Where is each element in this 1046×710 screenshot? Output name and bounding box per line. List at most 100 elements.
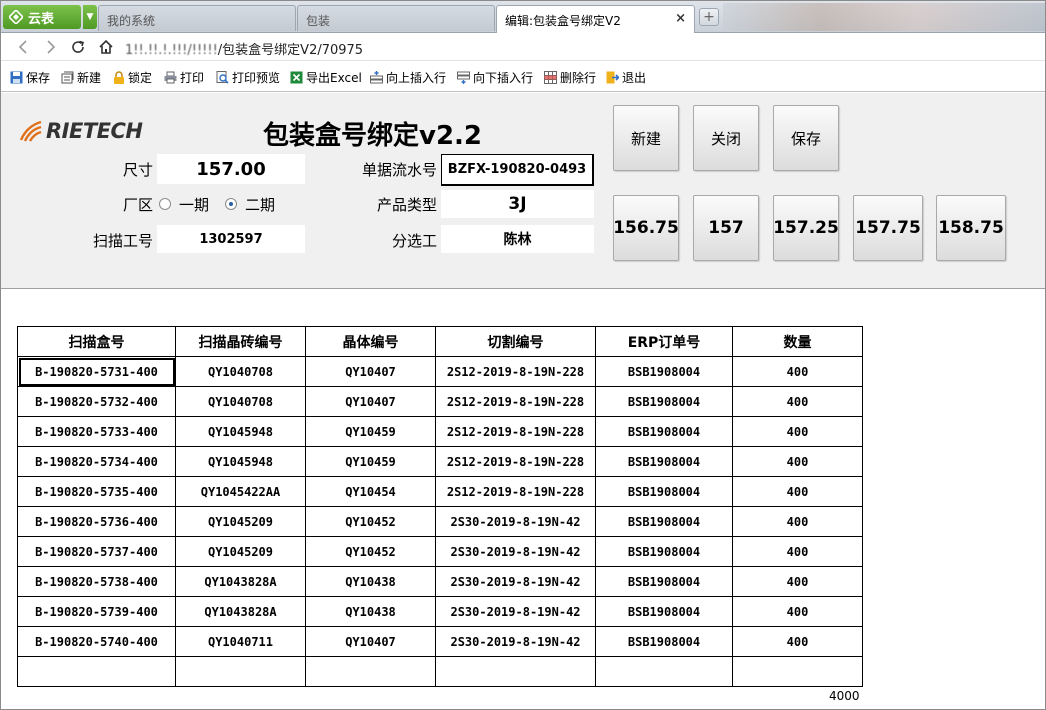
table-row[interactable]: B-190820-5736-400 QY1045209 QY10452 2S30-20… <box>17 506 863 537</box>
table-cell[interactable]: 400 <box>732 536 863 567</box>
table-row[interactable]: B-190820-5733-400 QY1045948 QY10459 2S12-20… <box>17 416 863 447</box>
table-cell[interactable]: QY1045948 <box>175 446 306 477</box>
back-arrow-icon[interactable] <box>13 37 33 57</box>
table-cell[interactable]: B-190820-5738-400 <box>17 566 176 597</box>
table-cell[interactable]: 2S30-2019-8-19N-42 <box>435 506 596 537</box>
brand-dropdown-icon[interactable]: ▼ <box>83 5 97 29</box>
table-cell[interactable]: 2S12-2019-8-19N-228 <box>435 476 596 507</box>
column-header-quantity[interactable]: 数量 <box>732 326 863 357</box>
table-cell[interactable]: QY10407 <box>305 626 436 657</box>
table-row[interactable]: B-190820-5740-400 QY1040711 QY10407 2S30-20… <box>17 626 863 657</box>
size-preset-button-157[interactable]: 157 <box>693 195 759 261</box>
table-cell[interactable]: B-190820-5735-400 <box>17 476 176 507</box>
size-preset-button-157-25[interactable]: 157.25 <box>773 195 839 261</box>
brand-menu-button[interactable]: 云表 <box>3 5 81 29</box>
table-cell[interactable]: 2S12-2019-8-19N-228 <box>435 386 596 417</box>
size-field[interactable]: 157.00 <box>157 154 305 184</box>
table-row[interactable]: B-190820-5735-400 QY1045422AA QY10454 2S12-… <box>17 476 863 507</box>
save-button[interactable]: 保存 <box>773 105 839 171</box>
table-cell[interactable] <box>435 656 596 687</box>
table-cell[interactable]: 400 <box>732 356 863 387</box>
table-cell[interactable]: BSB1908004 <box>595 386 733 417</box>
table-cell[interactable]: BSB1908004 <box>595 416 733 447</box>
table-cell[interactable]: 400 <box>732 626 863 657</box>
column-header-cut-no[interactable]: 切割编号 <box>435 326 596 357</box>
table-cell[interactable]: BSB1908004 <box>595 566 733 597</box>
table-cell[interactable]: QY1040708 <box>175 356 306 387</box>
table-cell[interactable]: QY10452 <box>305 506 436 537</box>
table-cell[interactable]: 2S12-2019-8-19N-228 <box>435 446 596 477</box>
table-cell[interactable]: 2S30-2019-8-19N-42 <box>435 596 596 627</box>
table-row[interactable]: B-190820-5734-400 QY1045948 QY10459 2S12-20… <box>17 446 863 477</box>
table-cell[interactable] <box>732 656 863 687</box>
table-cell[interactable]: B-190820-5737-400 <box>17 536 176 567</box>
table-cell[interactable]: QY10459 <box>305 446 436 477</box>
table-cell[interactable]: QY1040711 <box>175 626 306 657</box>
table-cell[interactable]: B-190820-5736-400 <box>17 506 176 537</box>
table-cell[interactable] <box>17 656 176 687</box>
close-button[interactable]: 关闭 <box>693 105 759 171</box>
table-row-empty[interactable] <box>17 656 863 687</box>
table-cell[interactable]: B-190820-5733-400 <box>17 416 176 447</box>
table-cell[interactable]: BSB1908004 <box>595 476 733 507</box>
product-type-field[interactable]: 3J <box>441 190 594 218</box>
column-header-erp-order[interactable]: ERP订单号 <box>595 326 733 357</box>
table-row[interactable]: B-190820-5731-400 QY1040708 QY10407 2S12-20… <box>17 356 863 387</box>
sorter-field[interactable]: 陈林 <box>441 225 594 253</box>
tab-edit-box-binding[interactable]: 编辑:包装盒号绑定V2 × <box>496 5 695 33</box>
toolbar-delete-row-button[interactable]: 删除行 <box>544 69 596 85</box>
new-tab-button[interactable]: + <box>699 8 719 26</box>
table-cell[interactable]: 400 <box>732 596 863 627</box>
home-icon[interactable] <box>96 37 116 57</box>
table-cell[interactable]: BSB1908004 <box>595 536 733 567</box>
column-header-brick-no[interactable]: 扫描晶砖编号 <box>175 326 306 357</box>
table-cell[interactable]: BSB1908004 <box>595 506 733 537</box>
table-cell[interactable]: 400 <box>732 506 863 537</box>
table-cell[interactable]: QY1040708 <box>175 386 306 417</box>
new-button[interactable]: 新建 <box>613 105 679 171</box>
column-header-crystal-no[interactable]: 晶体编号 <box>305 326 436 357</box>
table-cell[interactable]: QY10454 <box>305 476 436 507</box>
table-cell[interactable] <box>595 656 733 687</box>
scanner-id-field[interactable]: 1302597 <box>157 225 305 253</box>
table-cell[interactable]: 2S12-2019-8-19N-228 <box>435 356 596 387</box>
size-preset-button-158-75[interactable]: 158.75 <box>936 195 1006 261</box>
toolbar-insert-above-button[interactable]: 向上插入行 <box>370 69 446 85</box>
column-header-box-no[interactable]: 扫描盒号 <box>17 326 176 357</box>
table-cell[interactable]: QY1045209 <box>175 536 306 567</box>
factory-radio-phase2[interactable] <box>225 198 238 210</box>
table-row[interactable]: B-190820-5737-400 QY1045209 QY10452 2S30-20… <box>17 536 863 567</box>
table-cell[interactable]: BSB1908004 <box>595 356 733 387</box>
factory-radio-phase1[interactable] <box>159 198 171 210</box>
table-cell[interactable]: B-190820-5732-400 <box>17 386 176 417</box>
table-cell[interactable]: BSB1908004 <box>595 446 733 477</box>
size-preset-button-157-75[interactable]: 157.75 <box>853 195 923 261</box>
tab-packaging[interactable]: 包装 <box>297 5 495 31</box>
table-cell[interactable]: B-190820-5734-400 <box>17 446 176 477</box>
table-cell[interactable] <box>175 656 306 687</box>
toolbar-exit-button[interactable]: 退出 <box>606 69 646 85</box>
table-cell[interactable]: 400 <box>732 416 863 447</box>
table-cell[interactable]: 2S12-2019-8-19N-228 <box>435 416 596 447</box>
table-cell[interactable]: B-190820-5731-400 <box>17 356 176 387</box>
table-cell[interactable]: 400 <box>732 386 863 417</box>
toolbar-insert-below-button[interactable]: 向下插入行 <box>457 69 533 85</box>
table-cell[interactable]: 400 <box>732 566 863 597</box>
table-cell[interactable]: 400 <box>732 446 863 477</box>
toolbar-export-excel-button[interactable]: 导出Excel <box>290 69 362 85</box>
table-cell[interactable]: QY10438 <box>305 566 436 597</box>
table-cell[interactable]: BSB1908004 <box>595 626 733 657</box>
table-row[interactable]: B-190820-5732-400 QY1040708 QY10407 2S12-20… <box>17 386 863 417</box>
serial-number-field[interactable]: BZFX-190820-0493 <box>441 154 594 186</box>
tab-my-system[interactable]: 我的系统 <box>98 5 296 31</box>
table-cell[interactable]: BSB1908004 <box>595 596 733 627</box>
table-cell[interactable]: 2S30-2019-8-19N-42 <box>435 626 596 657</box>
table-cell[interactable]: B-190820-5739-400 <box>17 596 176 627</box>
table-cell[interactable]: 2S30-2019-8-19N-42 <box>435 566 596 597</box>
url-field[interactable]: 1!!.!!.!.!!!/!!!!!/包装盒号绑定V2/70975 <box>125 39 363 58</box>
table-cell[interactable]: QY1045209 <box>175 506 306 537</box>
reload-icon[interactable] <box>68 37 88 57</box>
table-cell[interactable]: QY10459 <box>305 416 436 447</box>
table-cell[interactable]: QY10452 <box>305 536 436 567</box>
size-preset-button-156-75[interactable]: 156.75 <box>613 195 679 261</box>
